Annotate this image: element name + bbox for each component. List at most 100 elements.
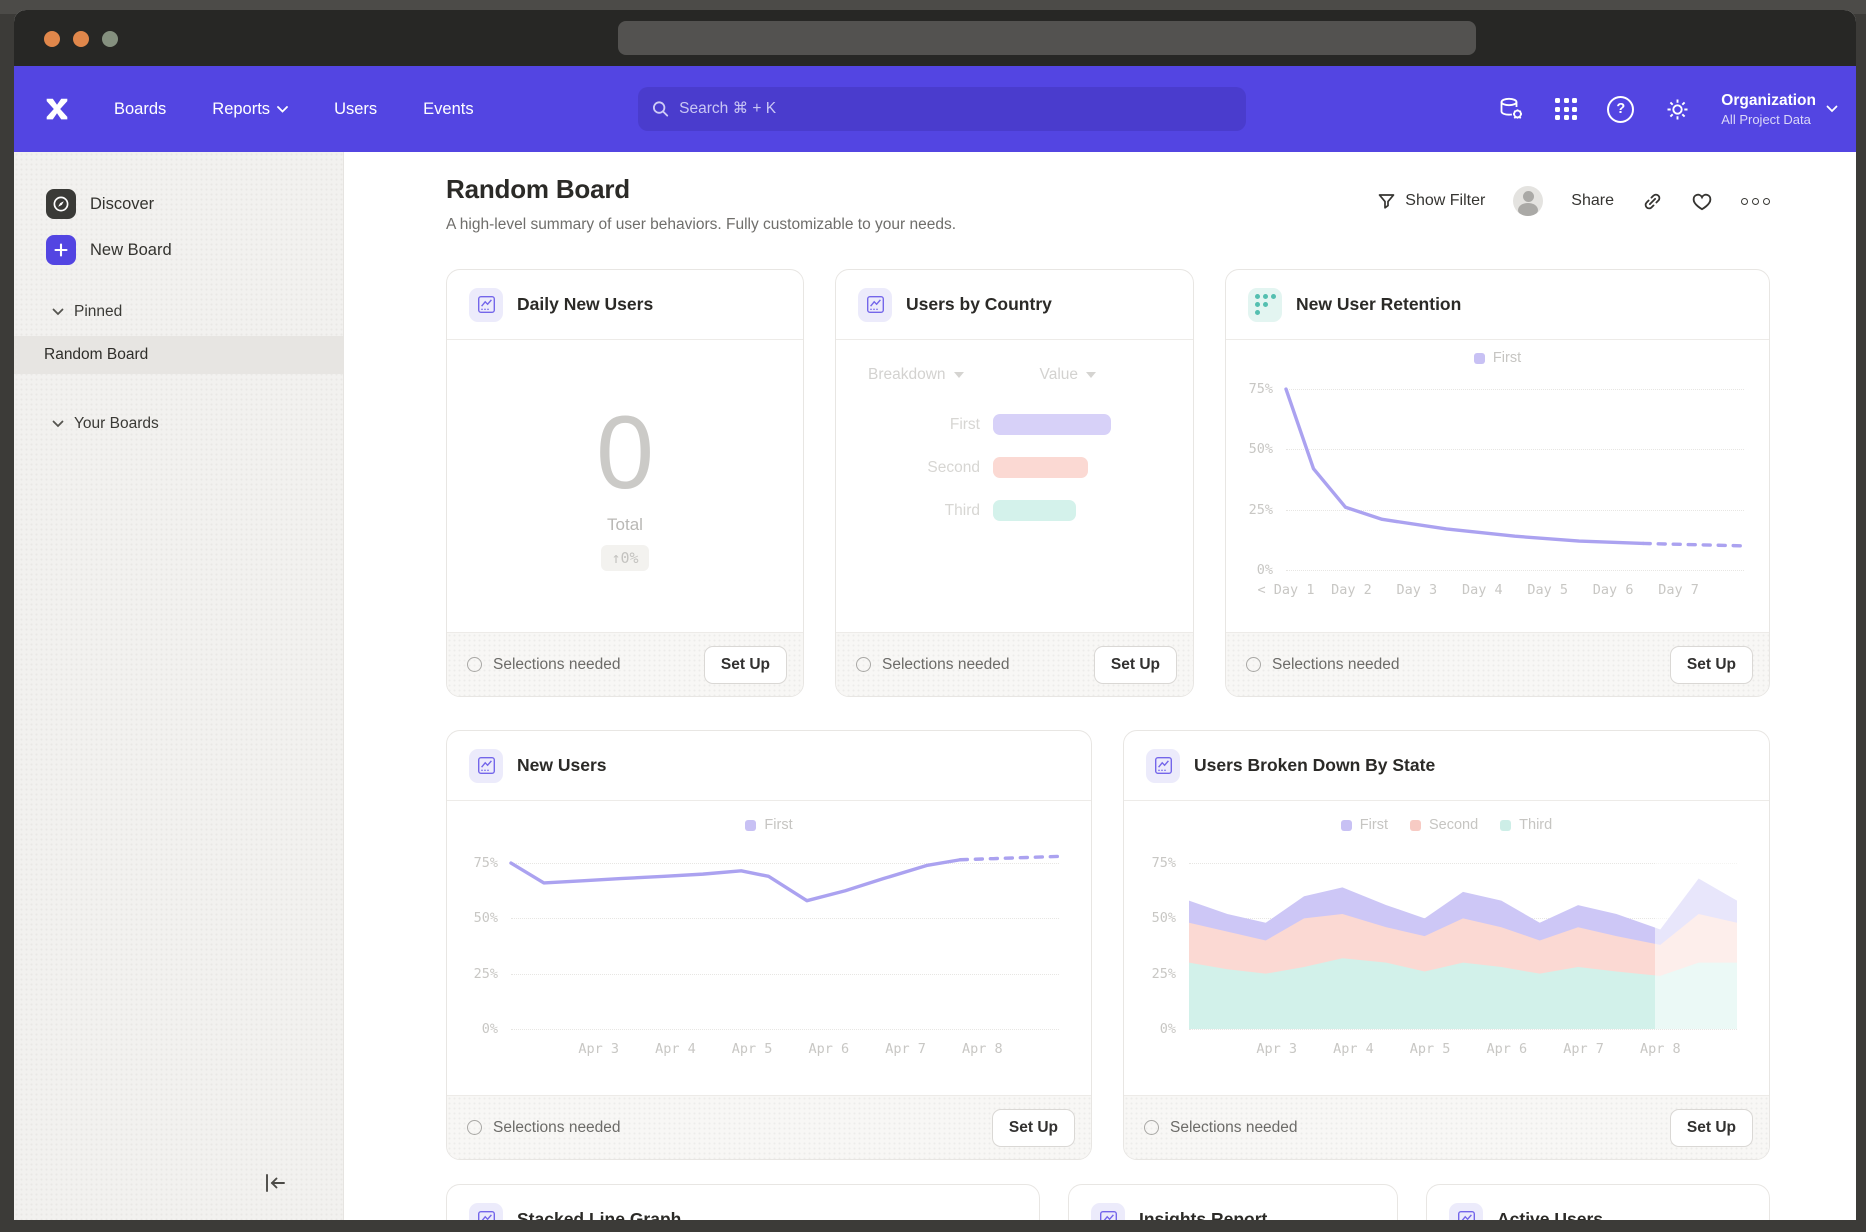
nav-item-events[interactable]: Events	[423, 100, 473, 119]
x-axis-tick-label: Day 5	[1527, 582, 1568, 598]
legend-label: First	[1360, 817, 1388, 833]
state-area-chart: 75%50%25%0%Apr 3Apr 4Apr 5Apr 6Apr 7Apr …	[1189, 852, 1737, 1029]
status-circle-icon	[1246, 657, 1261, 672]
set-up-button[interactable]: Set Up	[1094, 646, 1177, 684]
window-controls	[44, 31, 118, 47]
x-axis-tick-label: Apr 5	[1410, 1041, 1451, 1057]
mixpanel-logo-icon[interactable]	[40, 92, 74, 126]
x-axis-tick-label: Day 3	[1397, 582, 1438, 598]
sidebar-collapse-button[interactable]	[263, 1173, 287, 1198]
card-footer: Selections needed Set Up	[836, 632, 1193, 696]
sidebar-section-label: Pinned	[74, 303, 122, 321]
line-chart-icon	[1146, 749, 1180, 783]
set-up-button[interactable]: Set Up	[704, 646, 787, 684]
bar-label: Third	[850, 502, 980, 520]
settings-gear-icon[interactable]	[1664, 96, 1691, 123]
column-label: Value	[1040, 366, 1079, 384]
org-switcher[interactable]: Organization All Project Data	[1721, 92, 1838, 127]
data-management-icon[interactable]	[1497, 95, 1525, 123]
line-chart-icon	[469, 1203, 503, 1221]
help-glyph: ?	[1616, 101, 1625, 117]
selections-status: Selections needed	[856, 656, 1094, 674]
global-search[interactable]	[638, 87, 1246, 131]
retention-grid-icon	[1248, 288, 1282, 322]
dropdown-triangle-icon	[1086, 372, 1096, 378]
metric-value: 0	[596, 401, 654, 505]
nav-menu: Boards Reports Users Events	[114, 100, 474, 119]
plus-icon	[46, 235, 76, 265]
sidebar-item-discover[interactable]: Discover	[46, 184, 343, 224]
set-up-button[interactable]: Set Up	[992, 1109, 1075, 1147]
status-label: Selections needed	[1272, 656, 1400, 674]
window-close-button[interactable]	[44, 31, 60, 47]
value-column-dropdown[interactable]: Value	[1040, 366, 1097, 384]
legend-swatch	[745, 820, 756, 831]
top-navbar: Boards Reports Users Events	[14, 66, 1856, 152]
card-title: New Users	[517, 755, 607, 776]
card-users-by-state: Users Broken Down By State First Second …	[1123, 730, 1770, 1160]
sidebar: Discover New Board Pinned Random Board Y…	[14, 152, 344, 1220]
sidebar-section-your-boards[interactable]: Your Boards	[52, 410, 343, 438]
set-up-button[interactable]: Set Up	[1670, 1109, 1753, 1147]
metric-delta-badge: ↑0%	[601, 545, 648, 571]
country-bar-row: Second	[850, 457, 1193, 478]
legend-swatch	[1474, 353, 1485, 364]
card-title: Users Broken Down By State	[1194, 755, 1435, 776]
sidebar-section-pinned[interactable]: Pinned	[52, 298, 343, 326]
card-footer: Selections needed Set Up	[1226, 632, 1769, 696]
address-bar[interactable]	[618, 21, 1476, 55]
new-users-line-chart: 75%50%25%0%Apr 3Apr 4Apr 5Apr 6Apr 7Apr …	[511, 852, 1059, 1029]
card-header: Users by Country	[836, 270, 1193, 340]
avatar[interactable]	[1513, 186, 1543, 216]
favorite-button[interactable]	[1691, 191, 1713, 211]
nav-item-reports[interactable]: Reports	[212, 100, 288, 119]
table-columns: Breakdown Value	[868, 366, 1096, 384]
ellipsis-icon	[1741, 198, 1748, 205]
selections-status: Selections needed	[467, 1119, 992, 1137]
status-circle-icon	[467, 1120, 482, 1135]
more-menu-button[interactable]	[1741, 198, 1770, 205]
card-insights-report: Insights Report	[1068, 1184, 1398, 1220]
search-input[interactable]	[679, 100, 1232, 118]
breakdown-column-dropdown[interactable]: Breakdown	[868, 366, 964, 384]
apps-grid-icon[interactable]	[1555, 98, 1577, 120]
help-icon[interactable]: ?	[1607, 96, 1634, 123]
window-zoom-button[interactable]	[102, 31, 118, 47]
selections-status: Selections needed	[1144, 1119, 1670, 1137]
share-label: Share	[1571, 192, 1614, 210]
incomplete-period-overlay	[1655, 852, 1737, 1029]
share-button[interactable]: Share	[1571, 192, 1614, 210]
nav-right-cluster: ? Organization All Project Data	[1497, 66, 1838, 152]
app-window: Boards Reports Users Events	[14, 10, 1856, 1220]
card-title: Active Users	[1497, 1209, 1603, 1220]
status-circle-icon	[467, 657, 482, 672]
set-up-button[interactable]: Set Up	[1670, 646, 1753, 684]
link-icon	[1642, 191, 1663, 212]
card-title: Insights Report	[1139, 1209, 1267, 1220]
country-bar-chart: First Second Third	[850, 414, 1193, 543]
window-minimize-button[interactable]	[73, 31, 89, 47]
selections-status: Selections needed	[1246, 656, 1670, 674]
card-footer: Selections needed Set Up	[447, 632, 803, 696]
nav-item-users[interactable]: Users	[334, 100, 377, 119]
copy-link-button[interactable]	[1642, 191, 1663, 212]
chevron-down-icon	[52, 308, 64, 316]
nav-item-boards[interactable]: Boards	[114, 100, 166, 119]
card-header: Users Broken Down By State	[1124, 731, 1769, 801]
x-axis-tick-label: Apr 4	[1333, 1041, 1374, 1057]
card-body: First Second Third 75%50%25%0%Apr 3Apr 4…	[1124, 801, 1769, 1095]
x-axis-labels: Apr 3Apr 4Apr 5Apr 6Apr 7Apr 8	[511, 1041, 1059, 1061]
sidebar-item-new-board[interactable]: New Board	[46, 230, 343, 270]
card-footer: Selections needed Set Up	[1124, 1095, 1769, 1159]
card-body: First 75%50%25%0%Apr 3Apr 4Apr 5Apr 6Apr…	[447, 801, 1091, 1095]
x-axis-tick-label: Apr 5	[732, 1041, 773, 1057]
chart-legend: First	[447, 817, 1091, 833]
gridline: 0%	[1286, 570, 1744, 571]
card-header: Stacked Line Graph	[447, 1185, 1039, 1220]
show-filter-button[interactable]: Show Filter	[1377, 192, 1485, 211]
legend-swatch	[1341, 820, 1352, 831]
sidebar-item-random-board[interactable]: Random Board	[14, 336, 343, 374]
legend-swatch	[1410, 820, 1421, 831]
bar-label: First	[850, 416, 980, 434]
legend-label: Third	[1519, 817, 1552, 833]
